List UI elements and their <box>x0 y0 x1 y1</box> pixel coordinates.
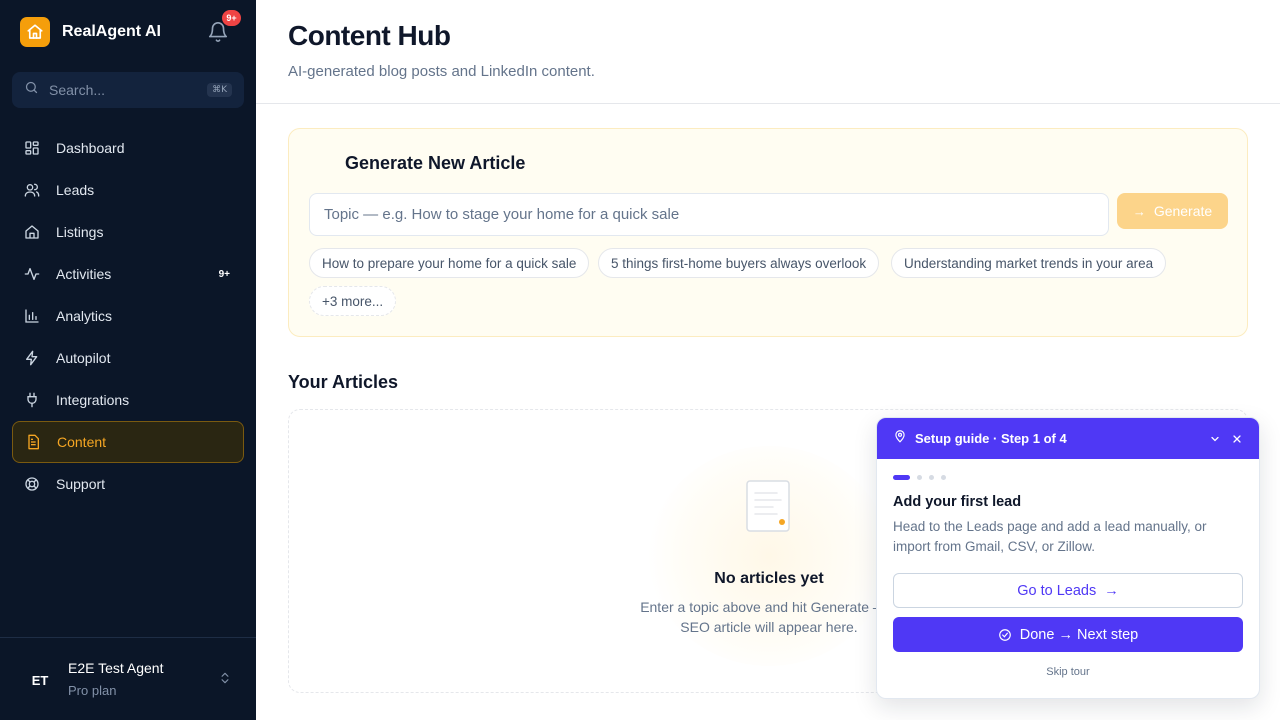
generate-article-card: Generate New Article → Generate How to p… <box>288 128 1248 337</box>
search-shortcut: ⌘K <box>207 83 232 97</box>
page-subtitle: AI-generated blog posts and LinkedIn con… <box>288 63 595 80</box>
sidebar-item-label: Support <box>56 476 106 492</box>
go-to-leads-button[interactable]: Go to Leads → <box>893 573 1243 608</box>
bar-chart-icon <box>24 308 40 324</box>
document-icon <box>25 434 41 450</box>
check-circle-icon <box>998 628 1012 642</box>
sidebar-item-label: Leads <box>56 182 95 198</box>
sidebar-item-analytics[interactable]: Analytics <box>12 295 244 337</box>
more-suggestions-chip[interactable]: +3 more... <box>309 286 397 316</box>
generate-button[interactable]: → Generate <box>1117 193 1228 229</box>
avatar: ET <box>31 672 49 688</box>
arrow-right-icon: → <box>1132 203 1146 219</box>
chevron-up-down-icon[interactable] <box>218 671 232 690</box>
sidebar-item-label: Integrations <box>56 392 130 408</box>
step-dot <box>893 475 910 480</box>
done-next-step-button[interactable]: Done → Next step <box>893 617 1243 652</box>
lifebuoy-icon <box>24 476 40 492</box>
done-next-step-label: Done → Next step <box>1019 626 1139 643</box>
close-icon[interactable] <box>1231 432 1243 450</box>
step-title: Add your first lead <box>893 494 1022 510</box>
brand[interactable]: RealAgent AI <box>20 17 161 47</box>
activities-count-badge: 9+ <box>218 268 230 280</box>
users-icon <box>24 182 40 198</box>
sidebar-item-label: Dashboard <box>56 140 125 156</box>
sidebar-item-leads[interactable]: Leads <box>12 169 244 211</box>
lightning-icon <box>24 350 40 366</box>
step-dot <box>941 475 946 480</box>
setup-guide-panel: Setup guide · Step 1 of 4 Add your first… <box>876 417 1260 699</box>
sidebar-item-label: Autopilot <box>56 350 111 366</box>
sidebar-item-integrations[interactable]: Integrations <box>12 379 244 421</box>
setup-guide-title: Setup guide · Step 1 of 4 <box>915 431 1067 446</box>
search-placeholder: Search... <box>49 82 106 98</box>
go-to-leads-label: Go to Leads <box>1017 582 1097 599</box>
sidebar-item-dashboard[interactable]: Dashboard <box>12 127 244 169</box>
activity-pulse-icon <box>24 266 40 282</box>
user-name: E2E Test Agent <box>68 660 164 676</box>
skip-tour-link[interactable]: Skip tour <box>877 666 1259 678</box>
topic-input[interactable] <box>309 193 1109 236</box>
notification-badge: 9+ <box>222 10 241 26</box>
map-pin-icon <box>893 429 907 448</box>
sidebar-item-label: Activities <box>56 266 112 282</box>
step-dot <box>917 475 922 480</box>
sidebar-nav: Dashboard Leads Listings Activities 9+ A… <box>12 127 244 505</box>
empty-document-icon <box>746 480 792 539</box>
sidebar-item-activities[interactable]: Activities 9+ <box>12 253 244 295</box>
dashboard-grid-icon <box>24 140 40 156</box>
suggestion-chip[interactable]: Understanding market trends in your area <box>891 248 1167 278</box>
search-input[interactable]: Search... ⌘K <box>12 72 244 108</box>
sidebar: RealAgent AI 9+ Search... ⌘K Dashboard L… <box>0 0 256 720</box>
sidebar-item-listings[interactable]: Listings <box>12 211 244 253</box>
empty-state-title: No articles yet <box>714 570 824 587</box>
setup-guide-header: Setup guide · Step 1 of 4 <box>877 418 1259 459</box>
home-icon <box>24 224 40 240</box>
user-menu[interactable]: ET E2E Test Agent Pro plan <box>0 637 256 720</box>
suggestion-chip[interactable]: 5 things first-home buyers always overlo… <box>598 248 880 278</box>
generate-title: Generate New Article <box>345 153 526 173</box>
step-progress <box>893 475 953 480</box>
arrow-right-icon: → <box>1104 582 1119 599</box>
sidebar-item-label: Analytics <box>56 308 113 324</box>
sidebar-item-label: Listings <box>56 224 104 240</box>
sidebar-item-label: Content <box>57 434 107 450</box>
step-description: Head to the Leads page and add a lead ma… <box>893 519 1207 554</box>
chevron-down-icon[interactable] <box>1209 432 1221 450</box>
app-name: RealAgent AI <box>62 23 161 40</box>
plug-icon <box>24 392 40 408</box>
page-title: Content Hub <box>288 20 451 51</box>
user-plan: Pro plan <box>68 683 117 698</box>
sidebar-item-autopilot[interactable]: Autopilot <box>12 337 244 379</box>
articles-title: Your Articles <box>288 372 399 392</box>
sidebar-item-content[interactable]: Content <box>12 421 244 463</box>
generate-label: Generate <box>1153 203 1213 219</box>
search-icon <box>24 80 39 100</box>
suggestion-chip[interactable]: How to prepare your home for a quick sal… <box>309 248 590 278</box>
sidebar-item-support[interactable]: Support <box>12 463 244 505</box>
page-header: Content Hub AI-generated blog posts and … <box>256 0 1280 104</box>
house-logo-icon <box>20 17 50 47</box>
step-dot <box>929 475 934 480</box>
